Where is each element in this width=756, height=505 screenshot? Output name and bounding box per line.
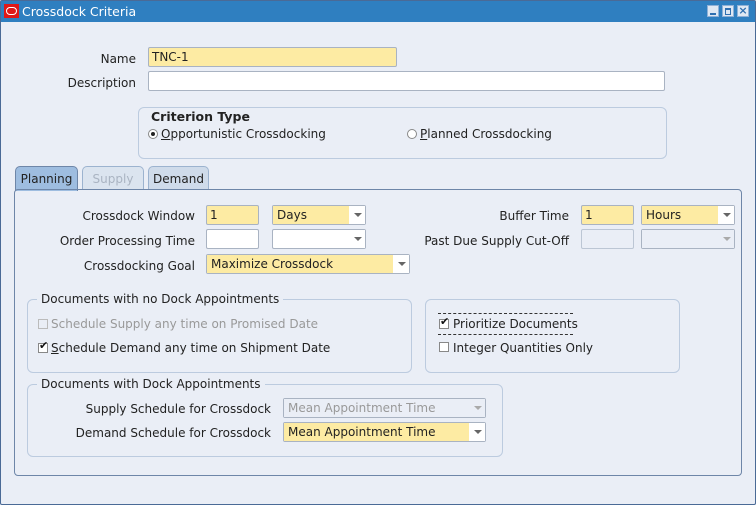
- buffer-time-unit-select[interactable]: Hours: [641, 205, 735, 225]
- name-label: Name: [100, 52, 136, 66]
- schedule-supply-label: Schedule Supply any time on Promised Dat…: [51, 317, 319, 331]
- chevron-down-icon: [718, 230, 734, 248]
- title-bar[interactable]: Crossdock Criteria ×: [1, 1, 755, 22]
- tab-planning[interactable]: Planning: [15, 166, 78, 191]
- window-title: Crossdock Criteria: [22, 4, 137, 19]
- order-processing-time-field[interactable]: [206, 229, 259, 249]
- tab-demand[interactable]: Demand: [148, 166, 209, 190]
- schedule-demand-checkbox[interactable]: ✔: [38, 339, 49, 353]
- crossdocking-goal-select[interactable]: Maximize Crossdock: [206, 254, 410, 274]
- buffer-time-label: Buffer Time: [499, 209, 569, 223]
- schedule-supply-checkbox: [38, 319, 48, 329]
- planned-crossdocking-label[interactable]: Planned Crossdocking: [420, 127, 552, 141]
- no-dock-appointments-group: [27, 299, 412, 373]
- demand-schedule-label: Demand Schedule for Crossdock: [75, 426, 271, 440]
- integer-quantities-label[interactable]: Integer Quantities Only: [453, 341, 593, 355]
- chevron-down-icon[interactable]: [393, 255, 409, 273]
- criterion-type-title: Criterion Type: [147, 109, 254, 124]
- name-field[interactable]: TNC-1: [148, 47, 397, 67]
- prioritize-documents-label[interactable]: Prioritize Documents: [453, 317, 578, 331]
- chevron-down-icon[interactable]: [469, 423, 485, 441]
- supply-schedule-label: Supply Schedule for Crossdock: [85, 402, 271, 416]
- integer-quantities-checkbox[interactable]: [439, 342, 449, 352]
- oracle-logo-icon: [4, 4, 19, 18]
- crossdock-window-unit-select[interactable]: Days: [272, 205, 366, 225]
- demand-schedule-select[interactable]: Mean Appointment Time: [283, 422, 486, 442]
- planned-crossdocking-radio[interactable]: [407, 129, 417, 139]
- opportunistic-crossdocking-radio[interactable]: [148, 129, 158, 139]
- tab-supply[interactable]: Supply: [82, 166, 144, 190]
- schedule-demand-label[interactable]: Schedule Demand any time on Shipment Dat…: [51, 341, 330, 355]
- past-due-supply-cutoff-label: Past Due Supply Cut-Off: [424, 234, 569, 248]
- checkmark-icon: ✔: [39, 339, 49, 352]
- order-processing-time-unit-select[interactable]: [272, 229, 366, 249]
- chevron-down-icon[interactable]: [718, 206, 734, 224]
- description-label: Description: [67, 76, 136, 90]
- no-dock-appointments-title: Documents with no Dock Appointments: [37, 292, 284, 306]
- order-processing-time-label: Order Processing Time: [59, 234, 195, 248]
- chevron-down-icon[interactable]: [349, 206, 365, 224]
- past-due-supply-cutoff-unit-select: [641, 229, 735, 249]
- past-due-supply-cutoff-field: [581, 229, 634, 249]
- document-options-group: [425, 299, 680, 373]
- prioritize-documents-checkbox[interactable]: ✔: [439, 315, 450, 329]
- maximize-button[interactable]: [722, 5, 734, 17]
- crossdock-criteria-window: Crossdock Criteria × Name TNC-1 Descript…: [0, 0, 756, 505]
- buffer-time-field[interactable]: 1: [581, 205, 634, 225]
- crossdock-window-label: Crossdock Window: [82, 209, 195, 223]
- supply-schedule-select: Mean Appointment Time: [283, 398, 486, 418]
- minimize-button[interactable]: [707, 5, 719, 17]
- checkmark-icon: ✔: [440, 315, 450, 328]
- crossdocking-goal-label: Crossdocking Goal: [83, 259, 195, 273]
- description-field[interactable]: [148, 71, 665, 91]
- opportunistic-crossdocking-label[interactable]: Opportunistic Crossdocking: [161, 127, 326, 141]
- crossdock-window-field[interactable]: 1: [206, 205, 259, 225]
- chevron-down-icon: [469, 399, 485, 417]
- dock-appointments-group: [27, 384, 503, 457]
- dock-appointments-title: Documents with Dock Appointments: [37, 377, 265, 391]
- chevron-down-icon[interactable]: [349, 230, 365, 248]
- close-button[interactable]: ×: [737, 5, 749, 17]
